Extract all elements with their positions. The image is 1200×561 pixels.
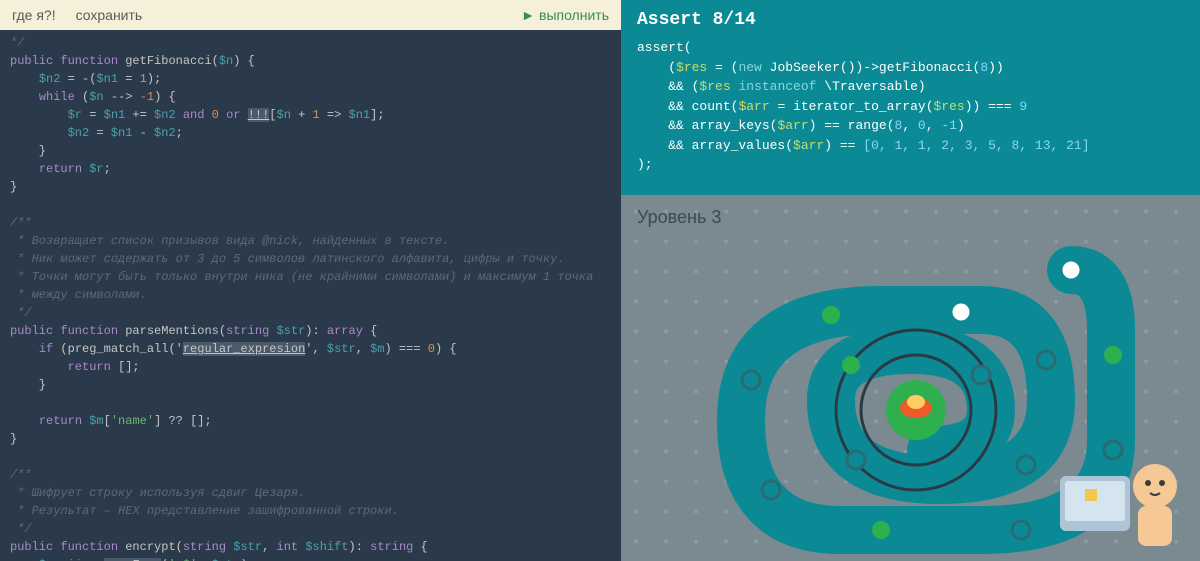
where-button[interactable]: где я?! (12, 7, 56, 23)
level-panel: Уровень 3 (621, 195, 1200, 561)
assert-title: Assert 8/14 (637, 10, 1184, 30)
run-button[interactable]: ► выполнить (521, 7, 609, 23)
code-editor[interactable]: */ public function getFibonacci($n) { $n… (0, 30, 621, 561)
output-pane: Assert 8/14 assert( ($res = (new JobSeek… (621, 0, 1200, 561)
level-title: Уровень 3 (637, 207, 721, 228)
save-button[interactable]: сохранить (76, 7, 143, 23)
play-icon: ► (521, 7, 535, 23)
toolbar: где я?! сохранить ► выполнить (0, 0, 621, 30)
editor-pane: где я?! сохранить ► выполнить */ public … (0, 0, 621, 561)
mascot-icon (1030, 441, 1190, 561)
assert-code: assert( ($res = (new JobSeeker())->getFi… (637, 38, 1184, 175)
assert-panel: Assert 8/14 assert( ($res = (new JobSeek… (621, 0, 1200, 195)
